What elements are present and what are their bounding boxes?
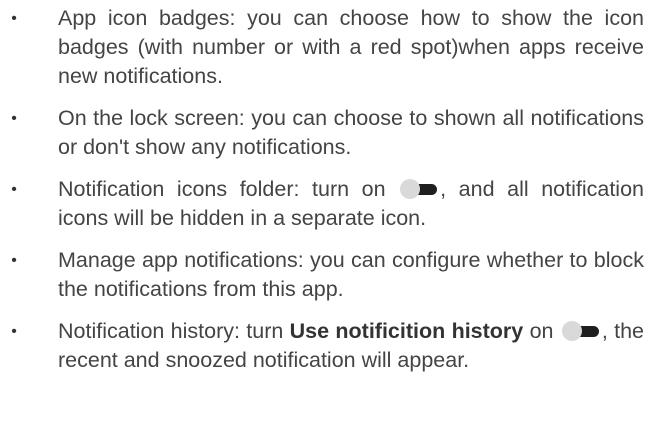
list-item-notification-icons-folder: • Notification icons folder: turn on , a…: [11, 175, 644, 233]
setting-name-bold: Use notificition history: [289, 319, 524, 343]
bullet: •: [11, 10, 17, 27]
bullet: •: [11, 110, 17, 127]
list-item-lock-screen: • On the lock screen: you can choose to …: [11, 104, 644, 162]
list-item-manage-app-notifications: • Manage app notifications: you can conf…: [11, 246, 644, 304]
toggle-switch-icon: [561, 321, 600, 341]
bullet: •: [11, 323, 17, 340]
list-item-app-icon-badges: • App icon badges: you can choose how to…: [11, 4, 644, 91]
bullet: •: [11, 252, 17, 269]
toggle-switch-icon: [400, 179, 438, 199]
notification-settings-list: • App icon badges: you can choose how to…: [0, 0, 649, 375]
list-item-notification-history: • Notification history: turn Use notific…: [11, 317, 644, 375]
item-text: App icon badges: you can choose how to s…: [58, 6, 644, 88]
item-text: On the lock screen: you can choose to sh…: [58, 106, 644, 159]
bullet: •: [11, 181, 17, 198]
item-text: Manage app notifications: you can config…: [58, 248, 644, 301]
item-text-before: Notification history: turn: [58, 319, 290, 343]
item-text-before: Notification icons folder: turn on: [58, 177, 399, 201]
item-text-middle: on: [523, 319, 560, 343]
